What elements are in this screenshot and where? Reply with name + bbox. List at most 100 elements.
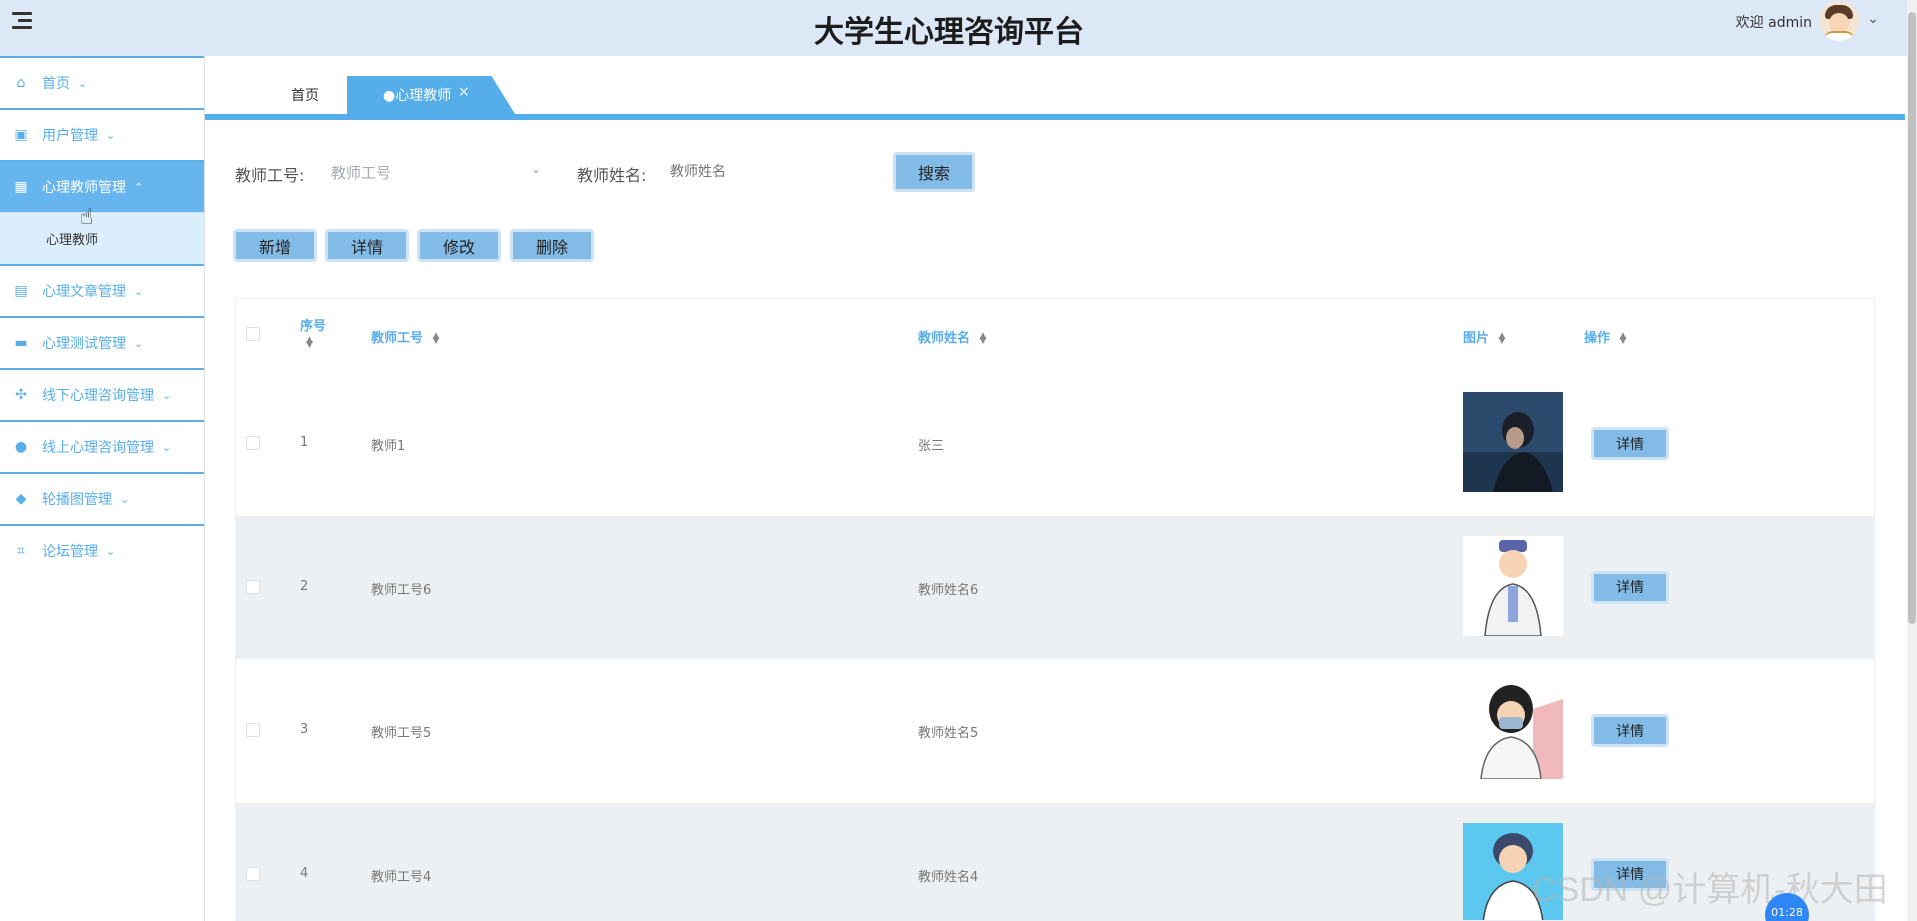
sidebar-item-label: 首页 bbox=[42, 76, 70, 92]
sidebar-item-label: 轮播图管理 bbox=[42, 492, 112, 508]
drop-icon: ◆ bbox=[15, 491, 27, 507]
add-button[interactable]: 新增 bbox=[233, 229, 317, 262]
search-form: 教师工号: 教师工号 ⌄ 教师姓名: 搜索 bbox=[235, 152, 995, 192]
teacher-photo bbox=[1463, 679, 1563, 779]
search-button[interactable]: 搜索 bbox=[893, 152, 975, 192]
sidebar-item-label: 用户管理 bbox=[42, 128, 98, 144]
row-detail-button[interactable]: 详情 bbox=[1591, 427, 1669, 460]
row-index: 3 bbox=[300, 722, 309, 737]
sidebar-item-label: 线下心理咨询管理 bbox=[42, 388, 154, 404]
user-card-icon: ▣ bbox=[14, 127, 28, 143]
row-teacher-name: 张三 bbox=[918, 439, 945, 454]
teacher-photo bbox=[1463, 535, 1563, 636]
sidebar-subitem-teacher[interactable]: 心理教师 bbox=[0, 212, 204, 264]
tab-bar: 首页 ●心理教师 × bbox=[205, 56, 1905, 120]
monitor-icon: ▬ bbox=[14, 335, 28, 351]
crop-icon: ⌗ bbox=[17, 543, 25, 559]
sidebar-item-forum[interactable]: ⌗ 论坛管理 ⌄ bbox=[0, 524, 204, 576]
scrollbar-thumb[interactable] bbox=[1908, 12, 1916, 624]
sidebar-item-home[interactable]: ⌂ 首页 ⌄ bbox=[0, 56, 204, 108]
row-index: 2 bbox=[300, 578, 309, 594]
row-teacher-id: 教师1 bbox=[371, 439, 406, 454]
chevron-down-icon: ⌄ bbox=[120, 492, 130, 506]
row-detail-button[interactable]: 详情 bbox=[1591, 570, 1669, 604]
sidebar-item-tests[interactable]: ▬ 心理测试管理 ⌄ bbox=[0, 316, 204, 368]
col-index[interactable]: 序号 ▲ ▼ bbox=[300, 315, 327, 350]
close-icon[interactable]: × bbox=[458, 84, 470, 100]
delete-button[interactable]: 删除 bbox=[510, 229, 594, 262]
chevron-down-icon: ⌄ bbox=[78, 76, 88, 90]
col-ops[interactable]: 操作 ▲ ▼ bbox=[1584, 327, 1626, 346]
chevron-down-icon: ⌄ bbox=[106, 128, 116, 142]
mouse-pointer-icon: ☝ bbox=[80, 205, 94, 230]
row-checkbox[interactable] bbox=[246, 866, 260, 881]
row-checkbox[interactable] bbox=[246, 436, 260, 450]
sidebar: ⌂ 首页 ⌄ ▣ 用户管理 ⌄ ▦ 心理教师管理 ⌃ 心理教师 ▤ 心理文章管理… bbox=[0, 56, 205, 921]
row-teacher-id: 教师工号5 bbox=[371, 726, 432, 741]
row-teacher-id: 教师工号4 bbox=[371, 869, 432, 885]
sort-icon[interactable]: ▲ ▼ bbox=[433, 331, 440, 345]
edit-button[interactable]: 修改 bbox=[417, 229, 501, 262]
chevron-down-icon: ⌄ bbox=[106, 544, 116, 558]
col-photo[interactable]: 图片 ▲ ▼ bbox=[1463, 327, 1505, 346]
top-header: 大学生心理咨询平台 欢迎 admin ⌄ bbox=[0, 0, 1917, 56]
chevron-down-icon: ⌄ bbox=[134, 336, 144, 350]
sidebar-item-label: 心理测试管理 bbox=[42, 336, 126, 352]
chevron-up-icon: ⌃ bbox=[134, 180, 144, 194]
sidebar-item-label: 线上心理咨询管理 bbox=[42, 440, 154, 456]
sidebar-item-online-consult[interactable]: ● 线上心理咨询管理 ⌄ bbox=[0, 420, 204, 472]
sidebar-item-users[interactable]: ▣ 用户管理 ⌄ bbox=[0, 108, 204, 160]
row-teacher-name: 教师姓名6 bbox=[918, 582, 979, 598]
sidebar-item-label: 心理文章管理 bbox=[42, 284, 126, 300]
sidebar-item-carousel[interactable]: ◆ 轮播图管理 ⌄ bbox=[0, 472, 204, 524]
vertical-scrollbar[interactable] bbox=[1907, 0, 1917, 921]
sidebar-item-label: 论坛管理 bbox=[42, 544, 98, 560]
chevron-down-icon[interactable]: ⌄ bbox=[1867, 11, 1879, 27]
teacher-name-input[interactable] bbox=[670, 154, 870, 188]
watermark: CSDN @计算机-秋大田 bbox=[1532, 871, 1888, 909]
select-all-checkbox[interactable] bbox=[246, 327, 260, 341]
sidebar-item-articles[interactable]: ▤ 心理文章管理 ⌄ bbox=[0, 264, 204, 316]
sidebar-item-teachers[interactable]: ▦ 心理教师管理 ⌃ bbox=[0, 160, 204, 212]
teacher-name-label: 教师姓名: bbox=[577, 166, 647, 185]
detail-button[interactable]: 详情 bbox=[325, 229, 409, 262]
site-title: 大学生心理咨询平台 bbox=[814, 15, 1084, 50]
home-icon: ⌂ bbox=[16, 75, 26, 91]
sort-icon[interactable]: ▲ ▼ bbox=[980, 331, 987, 345]
chevron-down-icon: ⌄ bbox=[530, 162, 541, 176]
chevron-down-icon: ⌄ bbox=[162, 388, 172, 402]
table-row[interactable]: 2 教师工号6 教师姓名6 详情 bbox=[236, 515, 1874, 659]
chevron-down-icon: ⌄ bbox=[134, 284, 144, 298]
avatar[interactable] bbox=[1819, 1, 1859, 41]
row-checkbox[interactable] bbox=[246, 579, 260, 594]
sort-icon[interactable]: ▲ ▼ bbox=[306, 336, 326, 350]
briefcase-icon: ▤ bbox=[14, 283, 28, 299]
col-teacher-id[interactable]: 教师工号 ▲ ▼ bbox=[371, 327, 439, 346]
chat-icon: ● bbox=[14, 439, 28, 455]
chevron-down-icon: ⌄ bbox=[162, 440, 172, 454]
teacher-table: 序号 ▲ ▼ 教师工号 ▲ ▼ 教师姓名 ▲ ▼ 图片 ▲ ▼ 操作 ▲ ▼ 1 教师1 … bbox=[235, 298, 1875, 921]
welcome-text: 欢迎 admin bbox=[1735, 15, 1812, 31]
sort-icon[interactable]: ▲ ▼ bbox=[1620, 331, 1627, 345]
table-row[interactable]: 3 教师工号5 教师姓名5 详情 bbox=[236, 659, 1874, 803]
row-index: 4 bbox=[300, 865, 309, 881]
row-teacher-name: 教师姓名5 bbox=[918, 726, 979, 741]
row-detail-button[interactable]: 详情 bbox=[1591, 714, 1669, 747]
tab-teachers[interactable]: ●心理教师 bbox=[347, 76, 515, 114]
teacher-id-label: 教师工号: bbox=[235, 166, 305, 185]
row-teacher-id: 教师工号6 bbox=[371, 582, 432, 598]
sort-icon[interactable]: ▲ ▼ bbox=[1499, 331, 1506, 345]
row-index: 1 bbox=[300, 435, 309, 450]
row-checkbox[interactable] bbox=[246, 723, 260, 737]
col-index-label: 序号 bbox=[300, 319, 327, 334]
tab-home[interactable]: 首页 bbox=[255, 76, 355, 114]
sidebar-item-offline-consult[interactable]: ✣ 线下心理咨询管理 ⌄ bbox=[0, 368, 204, 420]
row-teacher-name: 教师姓名4 bbox=[918, 869, 979, 885]
table-row[interactable]: 1 教师1 张三 详情 bbox=[236, 372, 1874, 516]
col-photo-label: 图片 bbox=[1463, 331, 1490, 346]
col-teacher-id-label: 教师工号 bbox=[371, 331, 424, 346]
col-ops-label: 操作 bbox=[1584, 331, 1611, 346]
teacher-id-select[interactable]: 教师工号 ⌄ bbox=[331, 154, 541, 188]
col-teacher-name[interactable]: 教师姓名 ▲ ▼ bbox=[918, 327, 986, 346]
teacher-id-placeholder: 教师工号 bbox=[331, 164, 392, 182]
